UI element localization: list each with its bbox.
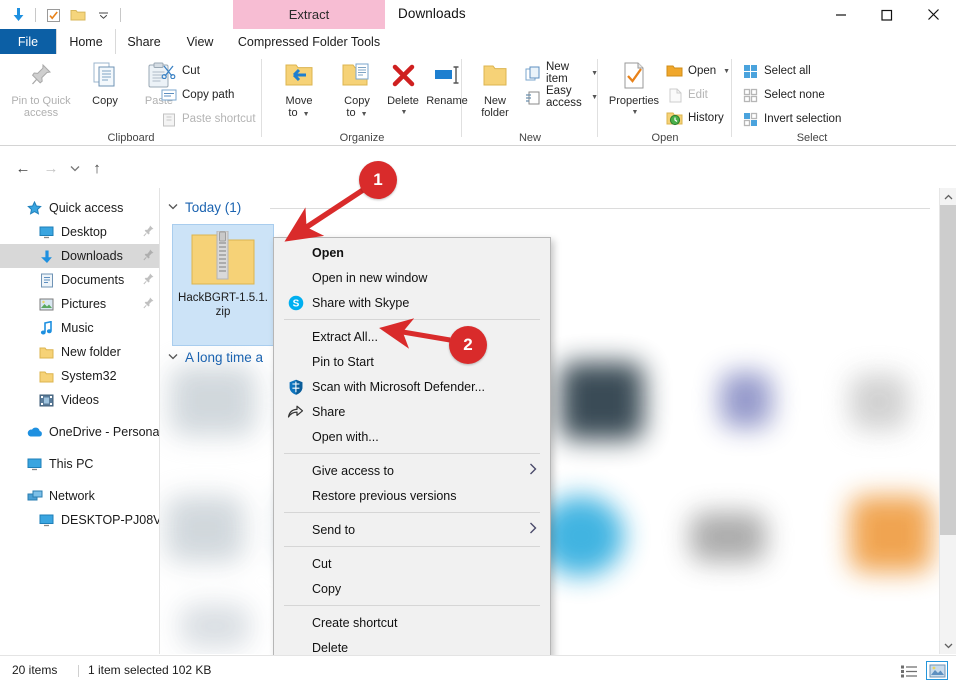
details-view-icon[interactable]: [898, 661, 920, 680]
status-separator: [78, 665, 79, 677]
annotation-badge-1: 1: [359, 161, 397, 199]
annotation-badge-2: 2: [449, 326, 487, 364]
status-bar: 20 items 1 item selected 102 KB: [0, 655, 956, 684]
file-explorer-window: Extract Downloads File Home Share View C…: [0, 0, 956, 684]
large-icons-view-icon[interactable]: [926, 661, 948, 680]
status-item-count: 20 items: [12, 663, 58, 677]
status-selection-info: 1 item selected 102 KB: [88, 663, 212, 677]
